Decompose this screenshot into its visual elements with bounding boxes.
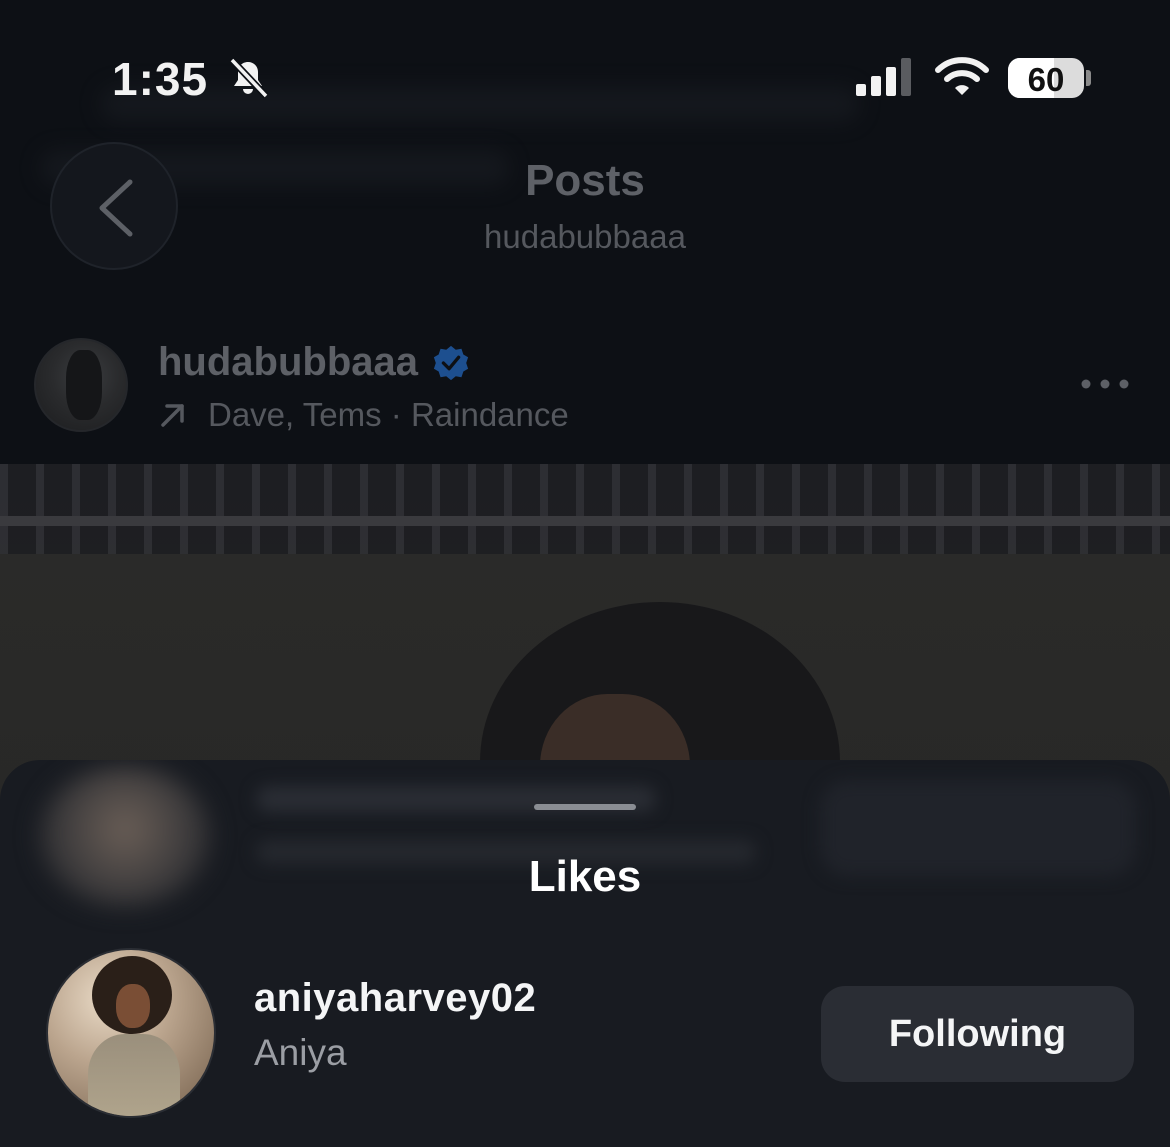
- sheet-title: Likes: [528, 852, 642, 901]
- battery-percentage: 60: [1027, 61, 1065, 98]
- image-fence: [0, 464, 1170, 554]
- likes-sheet: Likes aniyaharvey02 Aniya Following: [0, 760, 1170, 1147]
- post-author[interactable]: hudabubbaaa: [158, 340, 470, 385]
- sheet-drag-handle[interactable]: [534, 804, 636, 810]
- status-time: 1:35: [112, 53, 209, 105]
- post-username[interactable]: hudabubbaaa: [158, 340, 418, 385]
- arrow-up-right-icon: [161, 404, 184, 427]
- battery-cap: [1086, 70, 1091, 86]
- following-button[interactable]: Following: [821, 986, 1134, 1082]
- post-music-label: Dave, Tems · Raindance: [208, 396, 569, 433]
- avatar-body: [88, 1034, 180, 1116]
- bell-slash-icon: [229, 57, 269, 99]
- wifi-icon: [935, 57, 989, 95]
- image-fence-rail: [0, 516, 1170, 526]
- avatar[interactable]: [46, 948, 216, 1118]
- like-username[interactable]: aniyaharvey02: [254, 976, 536, 1021]
- cellular-signal-icon: [856, 58, 911, 96]
- status-bar: 1:35 60: [0, 0, 1170, 140]
- battery-indicator: 60: [1008, 58, 1084, 98]
- avatar-face: [116, 984, 150, 1028]
- more-horizontal-icon[interactable]: [1078, 372, 1132, 396]
- list-item[interactable]: aniyaharvey02 Aniya Following: [0, 948, 1170, 1128]
- page-title: Posts: [525, 156, 645, 205]
- page-subtitle: hudabubbaaa: [484, 218, 686, 255]
- verified-badge-icon: [433, 345, 469, 380]
- post-music[interactable]: Dave, Tems · Raindance: [158, 396, 569, 434]
- like-full-name: Aniya: [254, 1032, 347, 1073]
- post-author-avatar[interactable]: [34, 338, 128, 432]
